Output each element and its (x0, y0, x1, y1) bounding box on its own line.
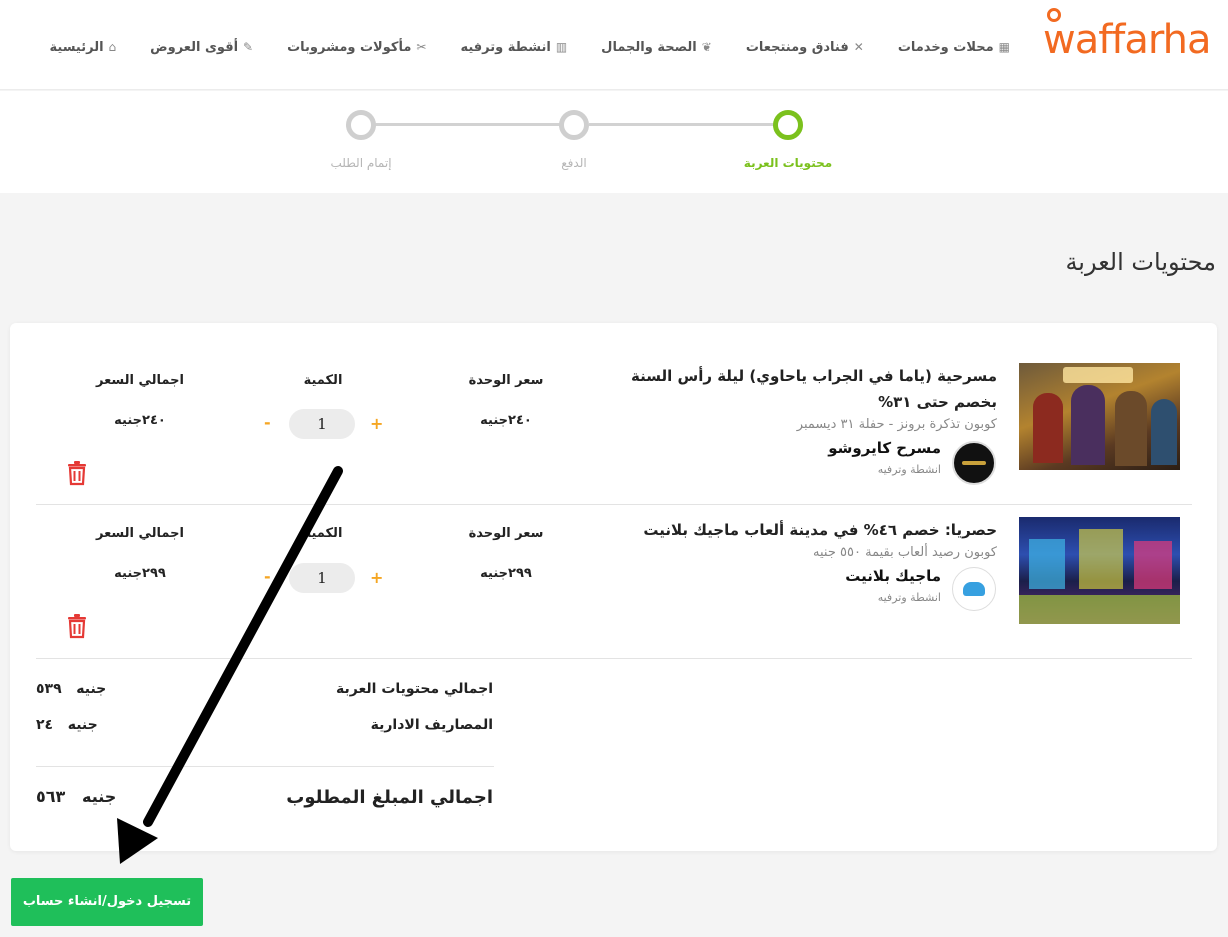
vendor-2-logo (952, 567, 996, 611)
nav-label: الرئيسية (49, 39, 104, 55)
nav-hotels[interactable]: ✕ فنادق ومنتجعات (746, 36, 864, 58)
item-1-qty-plus[interactable]: + (370, 414, 383, 433)
popcorn-icon: ▥ (555, 40, 568, 54)
item-1-total-price: ٢٤٠جنيه (114, 413, 166, 428)
leaf-icon: ❦ (701, 40, 712, 54)
subtotal-label: اجمالي محتويات العربة (336, 681, 493, 697)
step-complete-label: إتمام الطلب (330, 156, 392, 170)
tools-icon: ✕ (853, 40, 864, 54)
subtotal-value: جنيه ٥٣٩ (36, 681, 106, 697)
cart-card: مسرحية (ياما في الجراب ياحاوي) ليلة رأس … (10, 323, 1217, 851)
waffarha-logo[interactable]: waffarha (1043, 6, 1218, 66)
utensils-icon: ✂ (416, 40, 427, 54)
tag-icon: ✎ (243, 40, 254, 54)
checkout-steps (0, 91, 1228, 193)
main-nav: ⌂ الرئيسية ✎ أقوى العروض ✂ مأكولات ومشرو… (50, 36, 1011, 58)
nav-activities[interactable]: ▥ انشطة وترفيه (460, 36, 567, 58)
logo-text: waffarha (1043, 17, 1212, 63)
nav-label: الصحة والجمال (601, 39, 697, 55)
unit-price-header: سعر الوحدة (468, 373, 544, 388)
nav-label: محلات وخدمات (897, 39, 994, 55)
items-summary-divider (36, 658, 1192, 659)
nav-label: مأكولات ومشروبات (287, 39, 412, 55)
subtotal-amount: ٥٣٩ (36, 681, 62, 697)
item-2-total-price: ٢٩٩جنيه (114, 566, 166, 581)
item-1-trash-icon[interactable] (66, 460, 88, 486)
total-price-header: اجمالي السعر (96, 373, 184, 388)
nav-health-beauty[interactable]: ❦ الصحة والجمال (601, 36, 712, 58)
grand-total-amount: ٥٦٣ (36, 787, 66, 806)
unit-price-header: سعر الوحدة (468, 526, 544, 541)
vendor-1-logo (952, 441, 996, 485)
step-payment-label: الدفع (561, 156, 587, 170)
quantity-header: الكمية (303, 373, 343, 388)
item-1-vendor[interactable]: مسرح كايروشو (828, 439, 941, 457)
item-1-qty-input[interactable]: 1 (289, 409, 355, 439)
step-connector (589, 123, 779, 126)
item-2-qty-minus[interactable]: - (264, 567, 271, 586)
item-2-qty-plus[interactable]: + (370, 568, 383, 587)
fees-currency: جنيه (67, 717, 98, 733)
item-2-trash-icon[interactable] (66, 613, 88, 639)
store-icon: ⌂ (108, 40, 117, 54)
summary-total-divider (36, 766, 494, 767)
shop-icon: ▦ (998, 40, 1010, 54)
item-1-title-line2: بخصم حتى ٣١% (878, 393, 997, 411)
item-2-unit-price: ٢٩٩جنيه (480, 566, 532, 581)
item-1-unit-price: ٢٤٠جنيه (480, 413, 532, 428)
grand-total-currency: جنيه (82, 787, 117, 806)
item-1-title-line1: مسرحية (ياما في الجراب ياحاوي) ليلة رأس … (631, 367, 997, 385)
grand-total-label: اجمالي المبلغ المطلوب (286, 787, 493, 808)
nav-best-offers[interactable]: ✎ أقوى العروض (150, 36, 253, 58)
nav-label: أقوى العروض (150, 39, 239, 55)
item-1-qty-minus[interactable]: - (264, 413, 271, 432)
item-2-subtitle: كوبون رصيد ألعاب بقيمة ٥٥٠ جنيه (813, 545, 997, 560)
top-header: waffarha ⌂ الرئيسية ✎ أقوى العروض ✂ مأكو… (0, 0, 1228, 90)
quantity-header: الكمية (303, 526, 343, 541)
fees-amount: ٢٤ (36, 717, 54, 733)
item-2-vendor[interactable]: ماجيك بلانيت (845, 567, 941, 585)
item-2-category: انشطة وترفيه (877, 591, 941, 604)
item-1-subtitle: كوبون تذكرة برونز - حفلة ٣١ ديسمبر (796, 417, 997, 432)
page-title: محتويات العربة (1065, 248, 1216, 276)
nav-food[interactable]: ✂ مأكولات ومشروبات (287, 36, 426, 58)
nav-shops[interactable]: ▦ محلات وخدمات (898, 36, 1010, 58)
item-2-image[interactable] (1019, 517, 1180, 624)
total-price-header: اجمالي السعر (96, 526, 184, 541)
item-1-title[interactable]: مسرحية (ياما في الجراب ياحاوي) ليلة رأس … (577, 363, 997, 415)
fees-value: جنيه ٢٤ (36, 717, 98, 733)
step-complete-circle (346, 110, 376, 140)
item-divider (36, 504, 1192, 505)
item-1-image[interactable] (1019, 363, 1180, 470)
item-2-qty-input[interactable]: 1 (289, 563, 355, 593)
login-register-button[interactable]: تسجيل دخول/انشاء حساب (11, 878, 203, 926)
nav-home[interactable]: ⌂ الرئيسية (50, 36, 117, 58)
fees-label: المصاريف الادارية (370, 717, 493, 733)
item-1-category: انشطة وترفيه (877, 463, 941, 476)
step-cart-label: محتويات العربة (743, 156, 833, 170)
step-payment-circle (559, 110, 589, 140)
nav-label: فنادق ومنتجعات (745, 39, 849, 55)
grand-total-value: جنيه ٥٦٣ (36, 787, 116, 806)
nav-label: انشطة وترفيه (460, 39, 551, 55)
step-connector (375, 123, 575, 126)
subtotal-currency: جنيه (76, 681, 107, 697)
item-2-title[interactable]: حصريا: خصم ٤٦% في مدينة ألعاب ماجيك بلان… (577, 517, 997, 543)
step-cart-circle (773, 110, 803, 140)
